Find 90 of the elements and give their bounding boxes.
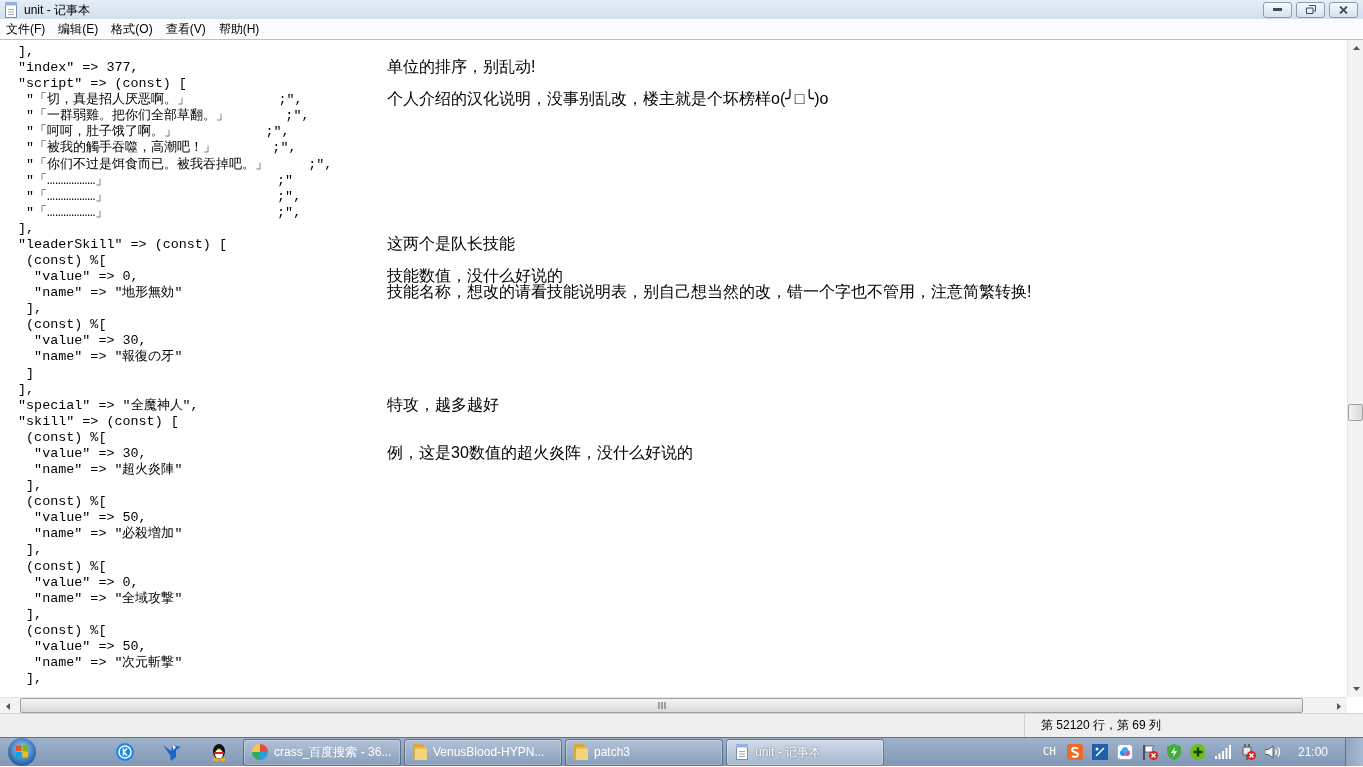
code-line: "value" => 50, [33, 638, 147, 654]
triangle-down-icon [1352, 687, 1360, 691]
code-line: ] [25, 365, 35, 381]
swirl-tile-icon[interactable] [1066, 744, 1083, 760]
grip-icon [657, 702, 666, 709]
code-line: "value" => 30, [33, 445, 147, 461]
close-button[interactable] [1329, 1, 1358, 18]
code-line: "leaderSkill" => (const) [ [17, 236, 227, 252]
triangle-left-icon [6, 702, 10, 710]
code-line: (const) %[ [25, 429, 107, 445]
code-line: (const) %[ [25, 317, 107, 333]
triangle-right-icon [1337, 702, 1341, 710]
taskbar-button[interactable]: VenusBlood-HYPN... [404, 738, 562, 766]
window-title: unit - 记事本 [24, 1, 90, 19]
close-icon [1339, 5, 1348, 14]
code-line: (const) %[ [25, 622, 107, 638]
code-line: ], [25, 671, 43, 687]
code-line: "「你们不过是饵食而已。被我吞掉吧。」 ;", [25, 156, 333, 172]
plus-circle-icon[interactable] [1189, 744, 1206, 760]
taskbar-button[interactable]: crass_百度搜索 - 36... [243, 738, 401, 766]
code-line: "「切，真是招人厌恶啊。」 ;", [25, 92, 303, 108]
bird-icon[interactable] [163, 743, 181, 761]
folder-icon [413, 744, 427, 760]
code-line: "「一群弱雞。把你们全部草翻。」 ;", [25, 108, 310, 124]
input-language-text[interactable]: CH [1042, 743, 1056, 761]
comment-text: 技能名称，想改的请看技能说明表，别自己想当然的改，错一个字也不管用，注意简繁转换! [387, 284, 1032, 301]
code-line: "「呵呵，肚子饿了啊。」 ;", [25, 124, 290, 140]
code-line: "name" => "必殺増加" [33, 526, 183, 542]
code-line: "value" => 30, [33, 333, 147, 349]
code-line: "skill" => (const) [ [17, 413, 179, 429]
cursor-position-text: 第 52120 行，第 69 列 [1041, 718, 1162, 732]
taskbar-button[interactable]: unit - 记事本 [726, 738, 884, 766]
code-line: (const) %[ [25, 558, 107, 574]
code-line: ], [25, 301, 43, 317]
menu-item[interactable]: 编辑(E) [52, 19, 105, 39]
code-line: "value" => 50, [33, 510, 147, 526]
disc-icon[interactable] [116, 743, 134, 761]
code-line: "「………………」 ;", [25, 188, 302, 204]
code-line: (const) %[ [25, 494, 107, 510]
comment-text: 特攻，越多越好 [387, 396, 499, 413]
code-line: "「被我的觸手吞噬，高潮吧！」 ;", [25, 140, 297, 156]
code-line: ], [17, 44, 35, 59]
flag-icon[interactable] [1141, 744, 1158, 760]
code-line: "「………………」 ;" [25, 172, 294, 188]
code-line: ], [17, 381, 35, 397]
code-line: ], [17, 220, 35, 236]
menu-item[interactable]: 帮助(H) [212, 19, 266, 39]
shield-icon[interactable] [1166, 744, 1181, 760]
restore-icon [1305, 5, 1316, 14]
square-tile-icon[interactable] [1091, 744, 1108, 760]
cloud-tile-icon[interactable] [1116, 744, 1133, 760]
code-line: (const) %[ [25, 253, 107, 268]
code-line: "「………………」 ;", [25, 204, 302, 220]
code-line: ], [25, 606, 43, 622]
signal-bars-icon[interactable] [1214, 745, 1231, 759]
code-line: "name" => "報復の牙" [33, 349, 183, 365]
notepad-icon [735, 744, 749, 760]
code-line: "name" => "超火炎陣" [33, 462, 183, 478]
code-line: "name" => "次元斬撃" [33, 654, 183, 670]
triangle-up-icon [1352, 46, 1360, 50]
comment-text: 单位的排序，别乱动! [387, 59, 536, 76]
plug-icon[interactable] [1239, 744, 1256, 760]
folder-icon [574, 744, 588, 760]
minimize-icon [1273, 8, 1282, 11]
menu-item[interactable]: 文件(F) [0, 19, 52, 39]
penguin-icon[interactable] [210, 743, 228, 761]
menu-item[interactable]: 格式(O) [105, 19, 159, 39]
comment-text: 个人介绍的汉化说明，没事别乱改，楼主就是个坏榜样o(╯□╰)o [387, 91, 829, 108]
code-line: "script" => (const) [ [17, 76, 187, 92]
minimize-button[interactable] [1263, 1, 1292, 18]
speaker-icon[interactable] [1264, 745, 1281, 759]
code-line: "special" => "全魔神人", [17, 397, 199, 413]
code-line: "name" => "全域攻撃" [33, 590, 183, 606]
clock-text[interactable]: 21:00 [1297, 743, 1328, 761]
code-line: "value" => 0, [33, 574, 139, 590]
vertical-scrollbar[interactable] [1347, 40, 1363, 697]
code-line: "index" => 377, [17, 60, 139, 76]
show-desktop-button[interactable] [1345, 738, 1363, 766]
restore-button[interactable] [1296, 1, 1325, 18]
comment-text: 例，这是30数值的超火炎阵，没什么好说的 [387, 444, 693, 462]
scroll-thumb[interactable] [1348, 404, 1363, 421]
code-line: ], [25, 478, 43, 494]
start-orb-icon [8, 738, 36, 766]
code-line: "value" => 0, [33, 269, 139, 285]
menu-item[interactable]: 查看(V) [159, 19, 212, 39]
code-line: ], [25, 542, 43, 558]
taskbar-button[interactable]: patch3 [565, 738, 723, 766]
code-line: "name" => "地形無効" [33, 285, 183, 301]
comment-text: 这两个是队长技能 [387, 235, 515, 252]
pinwheel-icon [252, 744, 268, 760]
